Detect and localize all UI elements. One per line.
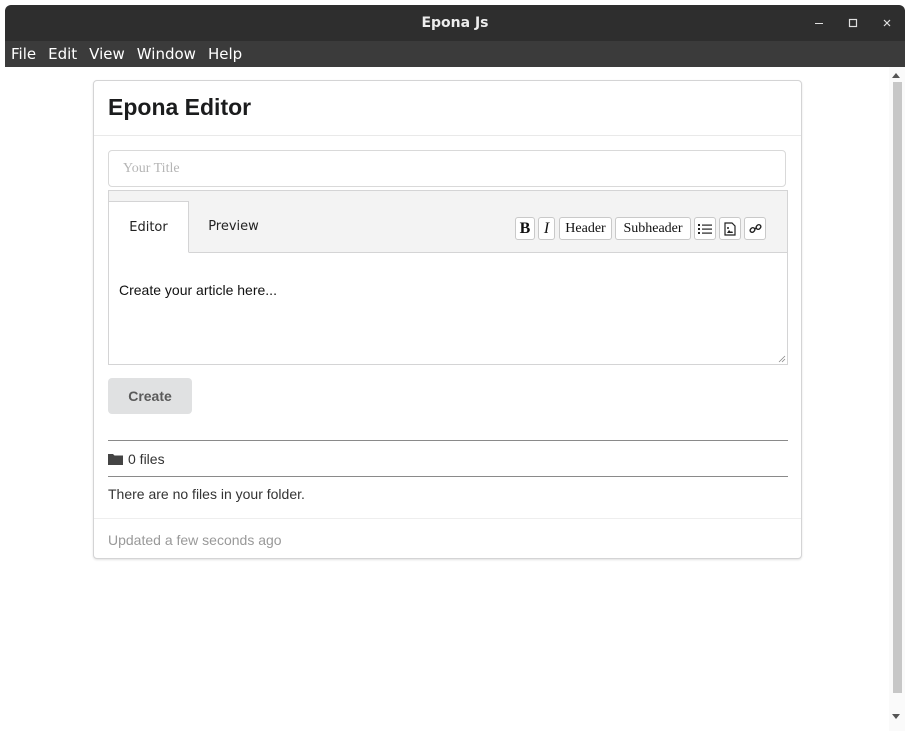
menu-window[interactable]: Window [131, 41, 202, 67]
image-button[interactable] [719, 217, 741, 240]
tab-preview[interactable]: Preview [196, 201, 271, 252]
list-button[interactable] [694, 217, 716, 240]
divider [108, 476, 788, 477]
menu-file[interactable]: File [5, 41, 42, 67]
editor-toolbar: Editor Preview B I Header Subheader [109, 191, 787, 253]
bold-button[interactable]: B [515, 217, 535, 240]
create-button[interactable]: Create [108, 378, 192, 414]
close-button[interactable] [870, 5, 904, 41]
tab-editor-label: Editor [129, 219, 168, 235]
editor-card: Epona Editor Editor Preview B I Header S… [93, 80, 802, 559]
subheader-button[interactable]: Subheader [615, 217, 691, 240]
italic-button[interactable]: I [538, 217, 555, 240]
divider [108, 440, 788, 441]
title-bar[interactable]: Epona Js [5, 5, 905, 41]
empty-files-message: There are no files in your folder. [108, 486, 305, 502]
editor-box: Editor Preview B I Header Subheader Crea… [108, 190, 788, 365]
menu-edit[interactable]: Edit [42, 41, 83, 67]
page-title: Epona Editor [108, 94, 252, 120]
minimize-icon [815, 23, 823, 24]
maximize-button[interactable] [836, 5, 870, 41]
scroll-down-icon[interactable] [892, 714, 900, 719]
title-input[interactable] [108, 150, 786, 187]
tab-editor[interactable]: Editor [109, 201, 189, 253]
maximize-icon [848, 18, 858, 28]
card-footer: Updated a few seconds ago [94, 518, 801, 559]
app-window: Epona Js File Edit View Window Help Epon… [5, 5, 905, 731]
header-button[interactable]: Header [559, 217, 612, 240]
link-button[interactable] [744, 217, 766, 240]
folder-icon [108, 454, 123, 465]
main-content: Epona Editor Editor Preview B I Header S… [5, 67, 889, 731]
vertical-scrollbar[interactable] [889, 67, 905, 731]
files-count-label: 0 files [128, 451, 165, 467]
menu-bar: File Edit View Window Help [5, 41, 905, 67]
tab-preview-label: Preview [208, 219, 259, 234]
resize-grip-icon[interactable] [778, 355, 786, 363]
menu-view[interactable]: View [83, 41, 131, 67]
editor-textarea[interactable]: Create your article here... [119, 282, 277, 298]
link-icon [748, 223, 762, 234]
image-icon [724, 221, 736, 236]
scroll-up-icon[interactable] [892, 73, 900, 78]
menu-help[interactable]: Help [202, 41, 248, 67]
scrollbar-thumb[interactable] [893, 82, 902, 693]
updated-timestamp: Updated a few seconds ago [108, 532, 282, 548]
close-icon [883, 19, 891, 27]
card-header: Epona Editor [94, 81, 801, 136]
list-icon [698, 223, 712, 234]
window-title: Epona Js [421, 15, 489, 31]
files-count: 0 files [108, 451, 165, 467]
minimize-button[interactable] [802, 5, 836, 41]
